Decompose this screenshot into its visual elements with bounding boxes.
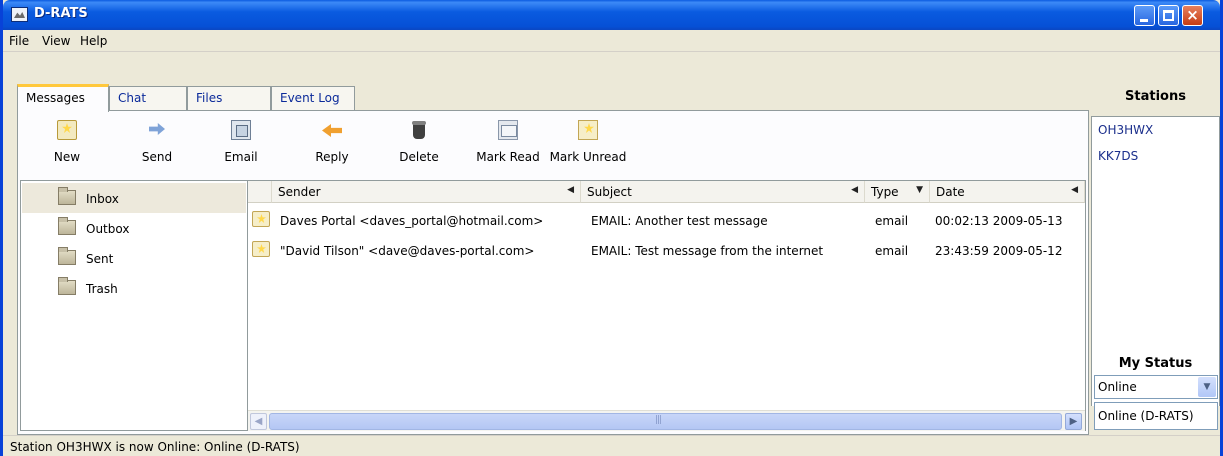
tab-messages-label: Messages (26, 91, 85, 105)
sort-left-icon: ◀ (1071, 185, 1078, 195)
mark-unread-icon (578, 120, 598, 140)
maximize-icon (1163, 10, 1174, 21)
send-button[interactable]: Send (130, 114, 184, 178)
tab-files[interactable]: Files (187, 86, 271, 110)
type-column-header[interactable]: Type ▼ (865, 181, 930, 203)
status-message-value: Online (D-RATS) (1098, 409, 1194, 423)
stations-title: Stations (1125, 89, 1186, 104)
menu-bar: File View Help (3, 30, 1220, 52)
close-button[interactable]: × (1182, 5, 1203, 26)
folder-icon (58, 187, 76, 205)
send-button-label: Send (141, 150, 173, 164)
folder-icon (58, 277, 76, 295)
unread-mail-icon (252, 241, 270, 257)
new-button-label: New (53, 150, 81, 164)
email-button[interactable]: Email (214, 114, 268, 178)
toolbar: New Send Email Reply Delete Mark Read Ma… (20, 114, 1086, 180)
reply-button-label: Reply (315, 150, 349, 164)
maximize-button[interactable] (1158, 5, 1179, 26)
right-sidebar: Stations OH3HWX KK7DS My Status Online ▼… (1091, 52, 1220, 435)
title-bar[interactable]: D-RATS × (3, 0, 1220, 30)
message-type: email (875, 244, 909, 258)
delete-button-label: Delete (399, 150, 439, 164)
sort-down-icon: ▼ (916, 185, 923, 195)
unread-mail-icon (252, 211, 270, 227)
folder-outbox-label: Outbox (86, 222, 130, 236)
table-row[interactable]: Daves Portal <daves_portal@hotmail.com> … (248, 206, 1086, 236)
folder-inbox-label: Inbox (86, 192, 119, 206)
mark-read-button[interactable]: Mark Read (468, 114, 548, 178)
folder-icon (58, 247, 76, 265)
window-title: D-RATS (34, 6, 88, 21)
minimize-button[interactable] (1134, 5, 1155, 26)
folder-trash-label: Trash (86, 282, 118, 296)
tab-event-log-label: Event Log (280, 91, 340, 105)
folder-icon (58, 217, 76, 235)
station-item[interactable]: KK7DS (1098, 149, 1138, 163)
tab-files-label: Files (196, 91, 223, 105)
horizontal-scrollbar[interactable]: ◀ ▶ (248, 410, 1085, 431)
scroll-right-button[interactable]: ▶ (1065, 413, 1082, 430)
status-bar-text: Station OH3HWX is now Online: Online (D-… (10, 440, 300, 454)
mark-unread-button-label: Mark Unread (549, 150, 627, 164)
folder-outbox[interactable]: Outbox (22, 213, 246, 243)
message-date: 23:43:59 2009-05-12 (935, 244, 1063, 258)
subject-column-header[interactable]: Subject ◀ (581, 181, 865, 203)
sender-column-header[interactable]: Sender ◀ (272, 181, 581, 203)
message-subject: EMAIL: Test message from the internet (591, 244, 824, 258)
subject-header-label: Subject (587, 185, 632, 199)
status-message-field[interactable]: Online (D-RATS) (1094, 402, 1218, 430)
tab-chat-label: Chat (118, 91, 147, 105)
station-item[interactable]: OH3HWX (1098, 123, 1153, 137)
new-button[interactable]: New (40, 114, 94, 178)
menu-view[interactable]: View (42, 34, 70, 48)
close-icon: × (1186, 6, 1199, 24)
tab-chat[interactable]: Chat (109, 86, 187, 110)
reply-button[interactable]: Reply (303, 114, 361, 178)
new-message-icon (57, 120, 77, 140)
app-logo-icon (11, 7, 28, 22)
minimize-icon (1140, 19, 1148, 22)
sender-header-label: Sender (278, 185, 321, 199)
folder-inbox[interactable]: Inbox (22, 183, 246, 213)
mark-read-button-label: Mark Read (476, 150, 540, 164)
tab-event-log[interactable]: Event Log (271, 86, 355, 110)
status-dropdown[interactable]: Online ▼ (1094, 375, 1218, 399)
scroll-left-button[interactable]: ◀ (250, 413, 267, 430)
app-window: D-RATS × File View Help Messages Chat Fi… (0, 0, 1223, 456)
message-list: Sender ◀ Subject ◀ Type ▼ Date ◀ Daves P… (248, 180, 1086, 431)
table-row[interactable]: "David Tilson" <dave@daves-portal.com> E… (248, 236, 1086, 266)
folder-trash[interactable]: Trash (22, 273, 246, 303)
mark-unread-button[interactable]: Mark Unread (546, 114, 630, 178)
type-header-label: Type (871, 185, 899, 199)
message-sender: "David Tilson" <dave@daves-portal.com> (280, 244, 535, 258)
folder-sent-label: Sent (86, 252, 114, 266)
date-header-label: Date (936, 185, 965, 199)
my-status-title: My Status (1118, 356, 1193, 371)
message-type: email (875, 214, 909, 228)
delete-icon (409, 120, 429, 140)
message-date: 00:02:13 2009-05-13 (935, 214, 1063, 228)
email-button-label: Email (224, 150, 258, 164)
reply-icon (322, 120, 342, 140)
folder-sent[interactable]: Sent (22, 243, 246, 273)
menu-file[interactable]: File (9, 34, 29, 48)
folder-list: Inbox Outbox Sent Trash (20, 180, 248, 431)
message-subject: EMAIL: Another test message (591, 214, 768, 228)
email-icon (231, 120, 251, 140)
mark-read-icon (498, 120, 518, 140)
date-column-header[interactable]: Date ◀ (930, 181, 1085, 203)
menu-help[interactable]: Help (80, 34, 107, 48)
send-icon (147, 120, 167, 140)
chevron-down-icon[interactable]: ▼ (1198, 377, 1216, 397)
tab-messages[interactable]: Messages (17, 84, 109, 112)
sort-left-icon: ◀ (567, 185, 574, 195)
scrollbar-thumb[interactable] (269, 413, 1062, 430)
status-bar: Station OH3HWX is now Online: Online (D-… (3, 435, 1220, 456)
message-sender: Daves Portal <daves_portal@hotmail.com> (280, 214, 544, 228)
sort-left-icon: ◀ (851, 185, 858, 195)
icon-column-header (248, 181, 272, 203)
delete-button[interactable]: Delete (390, 114, 448, 178)
status-dropdown-value: Online (1098, 380, 1137, 394)
